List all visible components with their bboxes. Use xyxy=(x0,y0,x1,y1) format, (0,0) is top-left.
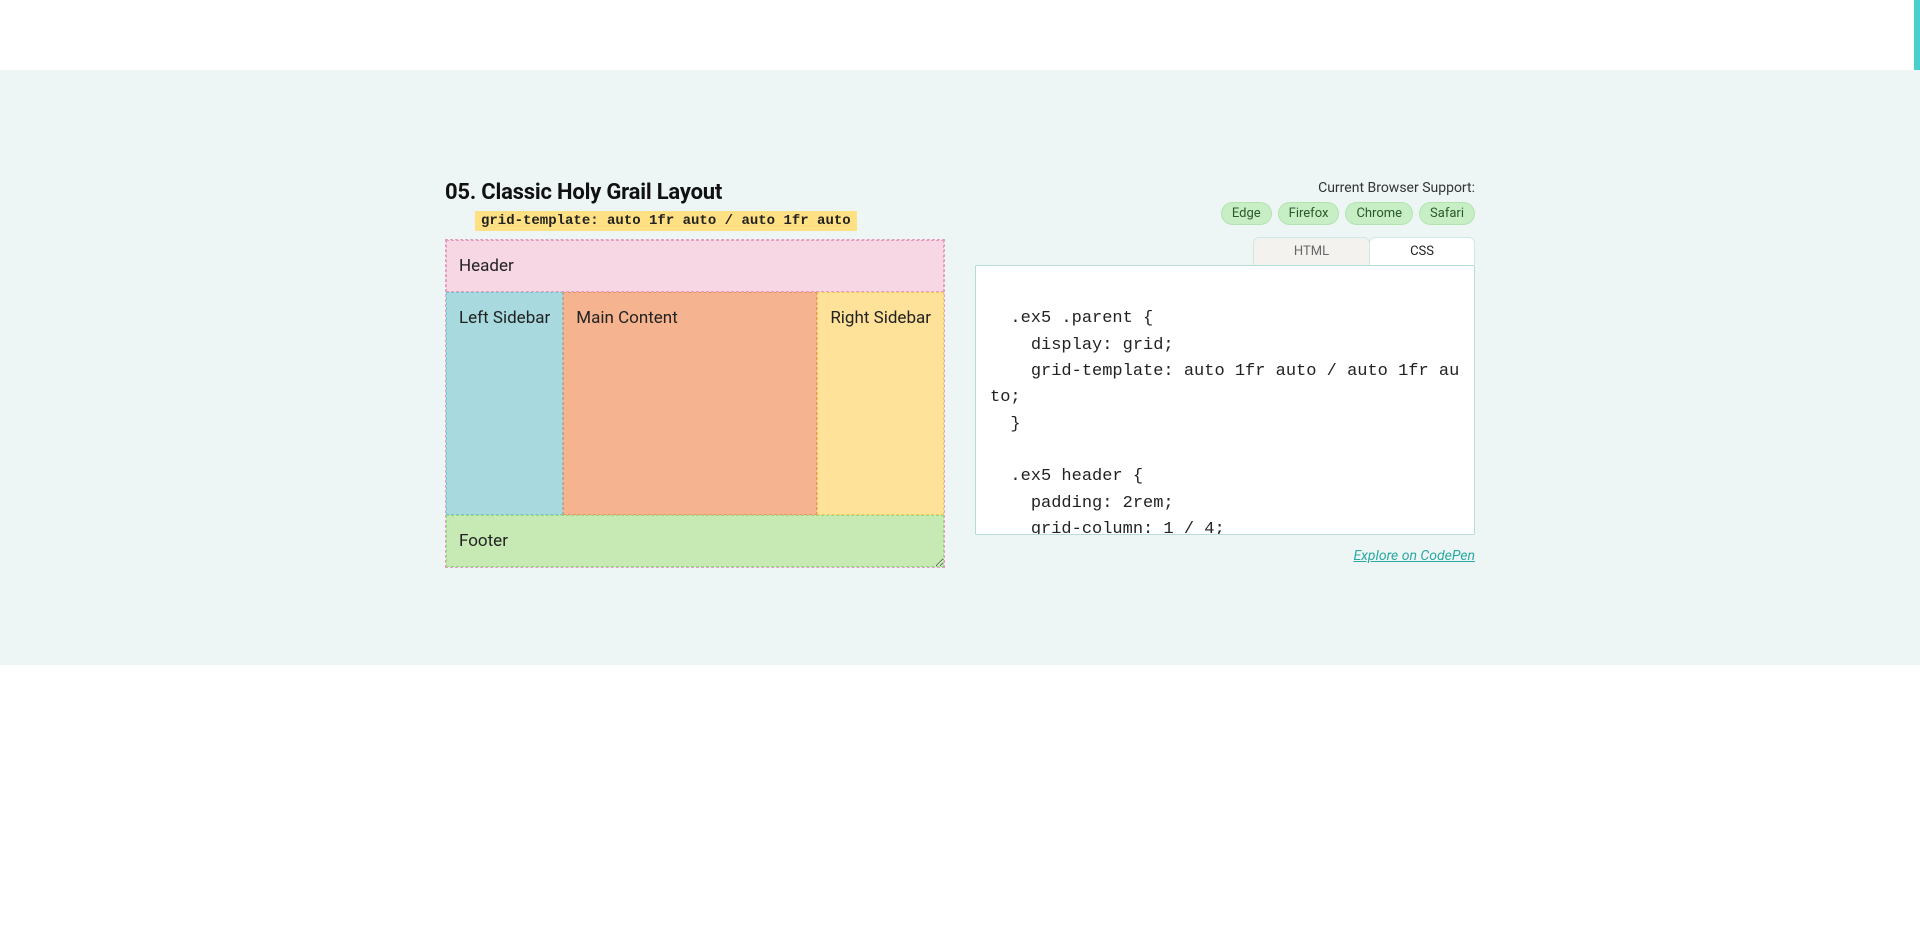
example-section: 05. Classic Holy Grail Layout grid-templ… xyxy=(0,70,1920,665)
css-snippet-chip: grid-template: auto 1fr auto / auto 1fr … xyxy=(475,211,857,231)
browser-support-label: Current Browser Support: xyxy=(975,180,1475,196)
example-title: 05. Classic Holy Grail Layout xyxy=(445,180,945,205)
css-code-block: .ex5 .parent { display: grid; grid-templ… xyxy=(976,266,1474,535)
codepen-link-row: Explore on CodePen xyxy=(975,545,1475,564)
browser-chip-safari: Safari xyxy=(1419,202,1475,225)
demo-footer: Footer xyxy=(446,515,944,567)
code-tabs: HTML CSS xyxy=(975,237,1475,265)
browser-chip-firefox: Firefox xyxy=(1278,202,1340,225)
demo-main-content: Main Content xyxy=(563,292,817,515)
left-column: 05. Classic Holy Grail Layout grid-templ… xyxy=(445,180,945,568)
browser-chip-edge: Edge xyxy=(1221,202,1272,225)
demo-grid-parent[interactable]: Header Left Sidebar Main Content Right S… xyxy=(445,239,945,568)
code-pane[interactable]: .ex5 .parent { display: grid; grid-templ… xyxy=(975,265,1475,535)
tab-html[interactable]: HTML xyxy=(1253,237,1370,265)
browser-chip-chrome: Chrome xyxy=(1345,202,1413,225)
browser-support-chips: Edge Firefox Chrome Safari xyxy=(975,202,1475,225)
demo-right-sidebar: Right Sidebar xyxy=(817,292,944,515)
demo-left-sidebar: Left Sidebar xyxy=(446,292,563,515)
page: 05. Classic Holy Grail Layout grid-templ… xyxy=(0,0,1920,929)
tab-css[interactable]: CSS xyxy=(1369,237,1475,265)
right-column: Current Browser Support: Edge Firefox Ch… xyxy=(975,180,1475,564)
title-row: 05. Classic Holy Grail Layout xyxy=(445,180,945,205)
demo-header: Header xyxy=(446,240,944,292)
section-inner: 05. Classic Holy Grail Layout grid-templ… xyxy=(445,70,1475,568)
top-whitespace xyxy=(0,0,1920,70)
explore-codepen-link[interactable]: Explore on CodePen xyxy=(1353,548,1475,564)
